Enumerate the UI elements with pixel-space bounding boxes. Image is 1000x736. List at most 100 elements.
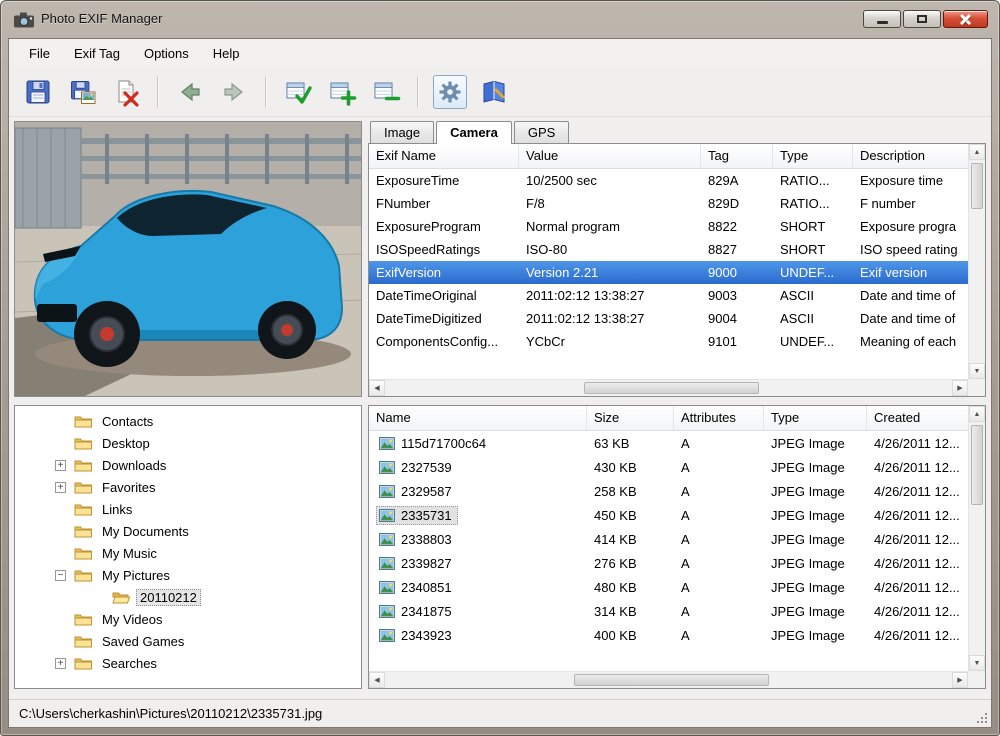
menu-item-options[interactable]: Options (132, 41, 201, 66)
tree-item-desktop[interactable]: Desktop (15, 432, 361, 454)
file-row-2343923[interactable]: 2343923400 KBAJPEG Image4/26/2011 12... (369, 623, 968, 647)
tree-item-contacts[interactable]: Contacts (15, 410, 361, 432)
exif-row-isospeedratings[interactable]: ISOSpeedRatingsISO-808827SHORTISO speed … (369, 238, 968, 261)
file-row-2327539[interactable]: 2327539430 KBAJPEG Image4/26/2011 12... (369, 455, 968, 479)
exif-column-header-type[interactable]: Type (773, 144, 853, 168)
file-column-header-name[interactable]: Name (369, 406, 587, 430)
exif-row-exposuretime[interactable]: ExposureTime10/2500 sec829ARATIO...Expos… (369, 169, 968, 192)
save-button[interactable] (21, 75, 55, 109)
next-image-button[interactable] (217, 75, 251, 109)
save-as-button[interactable] (65, 75, 99, 109)
exif-row-exposureprogram[interactable]: ExposureProgramNormal program8822SHORTEx… (369, 215, 968, 238)
exif-row-exifversion[interactable]: ExifVersionVersion 2.219000UNDEF...Exif … (369, 261, 968, 284)
scroll-down-icon[interactable]: ▼ (969, 655, 985, 671)
file-column-header-attributes[interactable]: Attributes (674, 406, 764, 430)
apply-tags-button[interactable] (281, 75, 315, 109)
scroll-up-icon[interactable]: ▲ (969, 144, 985, 160)
menu-item-file[interactable]: File (17, 41, 62, 66)
file-row-2338803[interactable]: 2338803414 KBAJPEG Image4/26/2011 12... (369, 527, 968, 551)
remove-tag-icon (371, 77, 401, 107)
scroll-left-icon[interactable]: ◀ (369, 672, 385, 688)
file-row-2339827[interactable]: 2339827276 KBAJPEG Image4/26/2011 12... (369, 551, 968, 575)
tree-item-20110212[interactable]: 20110212 (15, 586, 361, 608)
exif-column-header-value[interactable]: Value (519, 144, 701, 168)
file-vertical-scrollbar[interactable]: ▲ ▼ (968, 406, 985, 671)
scroll-right-icon[interactable]: ▶ (952, 672, 968, 688)
tree-item-favorites[interactable]: +Favorites (15, 476, 361, 498)
exif-row-datetimeoriginal[interactable]: DateTimeOriginal2011:02:12 13:38:279003A… (369, 284, 968, 307)
scrollbar-thumb[interactable] (584, 382, 759, 394)
exif-cell: Exif version (853, 265, 968, 280)
status-path: C:\Users\cherkashin\Pictures\20110212\23… (19, 706, 322, 721)
file-cell: A (674, 532, 764, 547)
scroll-right-icon[interactable]: ▶ (952, 380, 968, 396)
tree-item-my-pictures[interactable]: −My Pictures (15, 564, 361, 586)
exif-cell: SHORT (773, 242, 853, 257)
file-cell: JPEG Image (764, 532, 867, 547)
tree-item-downloads[interactable]: +Downloads (15, 454, 361, 476)
file-column-header-size[interactable]: Size (587, 406, 674, 430)
file-cell: 400 KB (587, 628, 674, 643)
exif-row-datetimedigitized[interactable]: DateTimeDigitized2011:02:12 13:38:279004… (369, 307, 968, 330)
help-button[interactable] (477, 75, 511, 109)
options-button[interactable] (433, 75, 467, 109)
exif-horizontal-scrollbar[interactable]: ◀ ▶ (369, 379, 968, 396)
file-name: 2329587 (376, 482, 458, 501)
scroll-left-icon[interactable]: ◀ (369, 380, 385, 396)
add-tag-button[interactable] (325, 75, 359, 109)
file-row-115d71700c64[interactable]: 115d71700c6463 KBAJPEG Image4/26/2011 12… (369, 431, 968, 455)
remove-tag-button[interactable] (369, 75, 403, 109)
title-bar[interactable]: Photo EXIF Manager (1, 1, 999, 38)
file-row-2340851[interactable]: 2340851480 KBAJPEG Image4/26/2011 12... (369, 575, 968, 599)
file-column-header-type[interactable]: Type (764, 406, 867, 430)
exif-cell: 829A (701, 173, 773, 188)
expand-icon[interactable]: + (55, 658, 66, 669)
collapse-icon[interactable]: − (55, 570, 66, 581)
file-horizontal-scrollbar[interactable]: ◀ ▶ (369, 671, 968, 688)
folder-tree: ContactsDesktop+Downloads+FavoritesLinks… (15, 406, 361, 674)
scrollbar-thumb[interactable] (971, 425, 983, 505)
folder-icon (74, 414, 92, 428)
tree-item-my-documents[interactable]: My Documents (15, 520, 361, 542)
exif-column-header-exif-name[interactable]: Exif Name (369, 144, 519, 168)
menu-item-help[interactable]: Help (201, 41, 252, 66)
image-file-icon (379, 581, 395, 594)
maximize-button[interactable] (903, 10, 941, 28)
exif-cell: ASCII (773, 288, 853, 303)
previous-image-button[interactable] (173, 75, 207, 109)
close-button[interactable] (943, 10, 988, 28)
expand-icon[interactable]: + (55, 482, 66, 493)
exif-cell: Exposure time (853, 173, 968, 188)
exif-row-fnumber[interactable]: FNumberF/8829DRATIO...F number (369, 192, 968, 215)
exif-column-header-description[interactable]: Description (853, 144, 985, 168)
resize-grip[interactable] (985, 721, 987, 723)
tree-item-searches[interactable]: +Searches (15, 652, 361, 674)
file-row-2329587[interactable]: 2329587258 KBAJPEG Image4/26/2011 12... (369, 479, 968, 503)
tree-item-saved-games[interactable]: Saved Games (15, 630, 361, 652)
tree-item-my-music[interactable]: My Music (15, 542, 361, 564)
menu-item-exif-tag[interactable]: Exif Tag (62, 41, 132, 66)
tab-image[interactable]: Image (370, 121, 434, 143)
file-cell: JPEG Image (764, 628, 867, 643)
exif-vertical-scrollbar[interactable]: ▲ ▼ (968, 144, 985, 379)
exif-column-header-tag[interactable]: Tag (701, 144, 773, 168)
exif-row-componentsconfig[interactable]: ComponentsConfig...YCbCr9101UNDEF...Mean… (369, 330, 968, 353)
file-cell: JPEG Image (764, 556, 867, 571)
expand-icon[interactable]: + (55, 460, 66, 471)
tree-item-links[interactable]: Links (15, 498, 361, 520)
exif-cell: RATIO... (773, 173, 853, 188)
file-row-2341875[interactable]: 2341875314 KBAJPEG Image4/26/2011 12... (369, 599, 968, 623)
folder-icon (74, 612, 92, 626)
file-cell: 4/26/2011 12... (867, 460, 968, 475)
minimize-button[interactable] (863, 10, 901, 28)
exif-cell: Normal program (519, 219, 701, 234)
scrollbar-thumb[interactable] (971, 163, 983, 209)
tab-gps[interactable]: GPS (514, 121, 569, 143)
scroll-up-icon[interactable]: ▲ (969, 406, 985, 422)
scrollbar-thumb[interactable] (574, 674, 769, 686)
tree-item-my-videos[interactable]: My Videos (15, 608, 361, 630)
scroll-down-icon[interactable]: ▼ (969, 363, 985, 379)
file-row-2335731[interactable]: 2335731450 KBAJPEG Image4/26/2011 12... (369, 503, 968, 527)
tab-camera[interactable]: Camera (436, 121, 512, 144)
remove-exif-button[interactable] (109, 75, 143, 109)
